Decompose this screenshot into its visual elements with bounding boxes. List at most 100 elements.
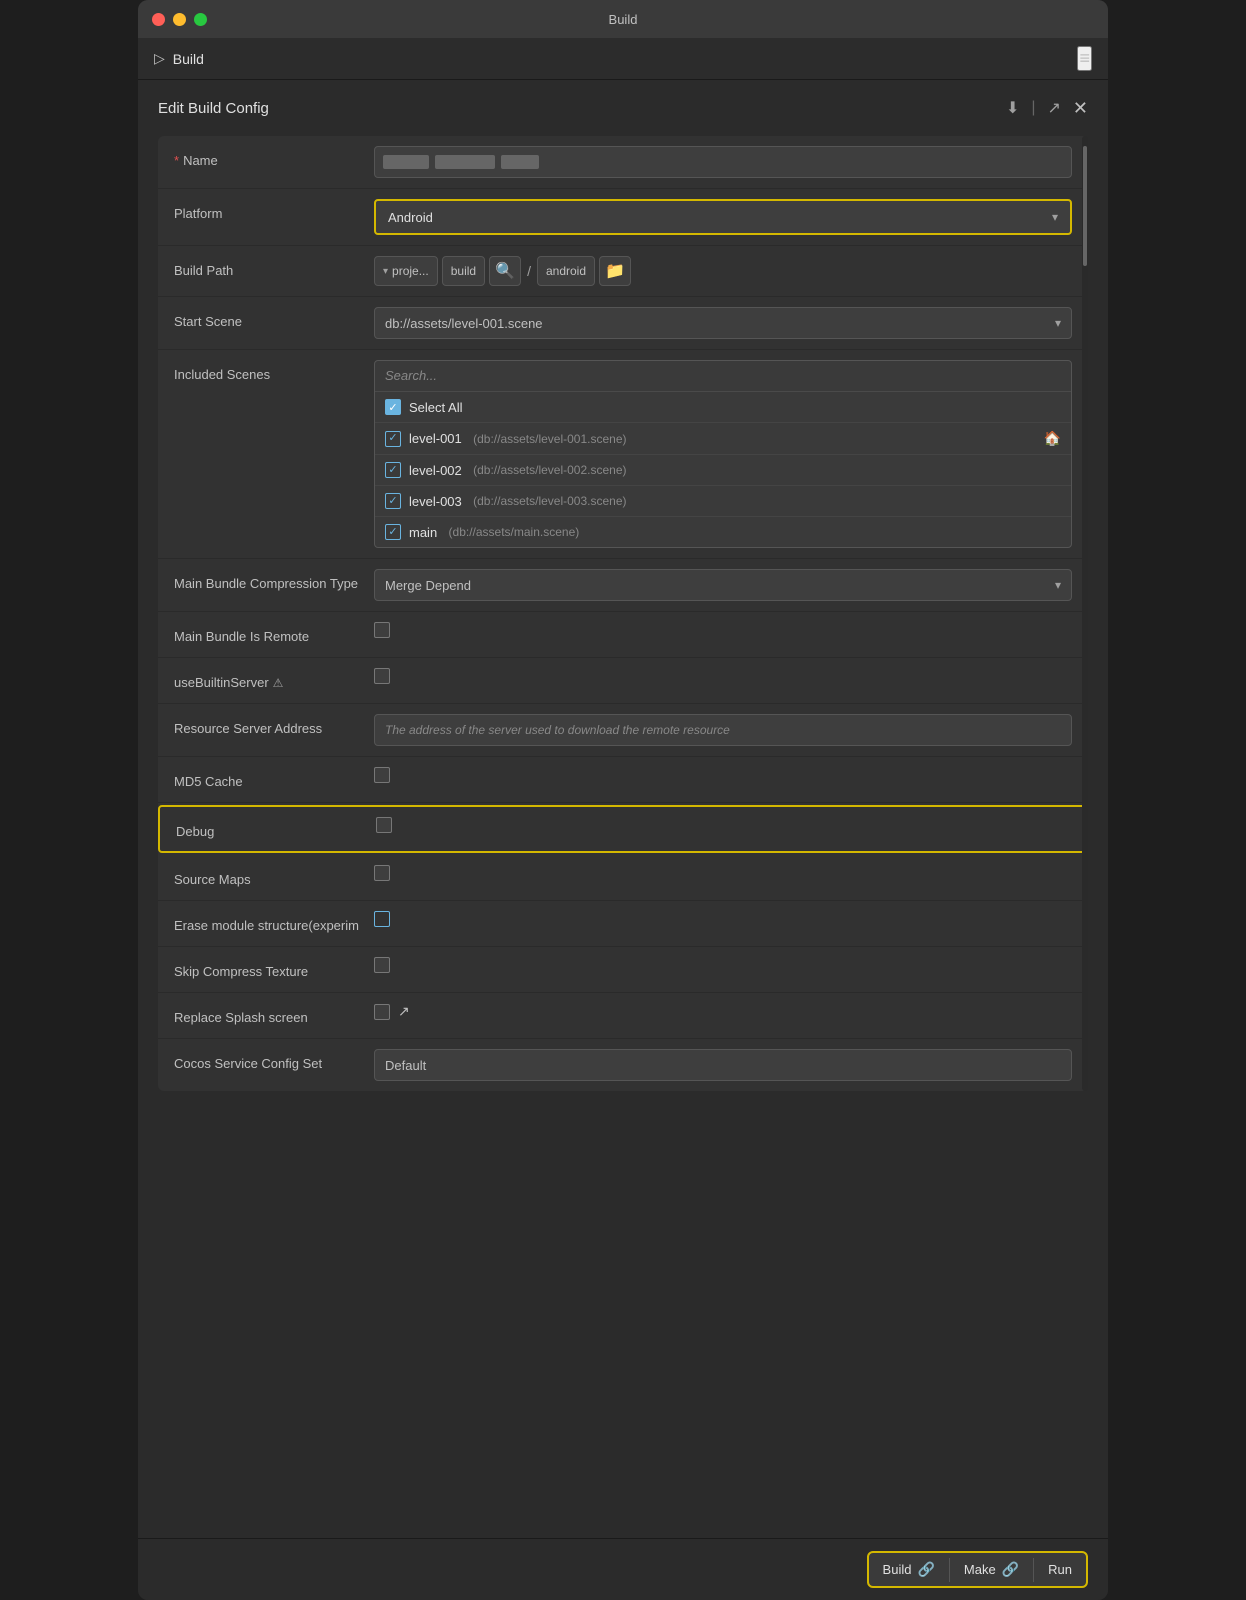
scene-name-main: main	[409, 525, 437, 540]
form-rows: *Name Platform Andro	[158, 136, 1088, 1091]
debug-row: Debug	[158, 805, 1088, 853]
main-bundle-remote-label: Main Bundle Is Remote	[174, 622, 374, 646]
source-maps-row: Source Maps	[158, 855, 1088, 901]
app-header-menu-button[interactable]: ≡	[1077, 46, 1092, 71]
app-header-title: Build	[173, 51, 204, 67]
skip-compress-row: Skip Compress Texture	[158, 947, 1088, 993]
build-path-container: ▾ proje... build 🔍 / android	[374, 256, 1072, 286]
erase-module-label: Erase module structure(experim	[174, 911, 374, 935]
close-window-button[interactable]	[152, 13, 165, 26]
source-maps-label: Source Maps	[174, 865, 374, 889]
scrollbar-track	[1082, 136, 1088, 1091]
build-button[interactable]: Build 🔗	[869, 1553, 949, 1586]
build-path-project[interactable]: ▾ proje...	[374, 256, 438, 286]
start-scene-select[interactable]: db://assets/level-001.scene ▾	[374, 307, 1072, 339]
replace-splash-container: ↗	[374, 1003, 410, 1020]
scenes-search-input[interactable]	[385, 368, 1061, 383]
make-link-icon: 🔗	[1002, 1561, 1019, 1578]
platform-row: Platform Android ▾	[158, 189, 1088, 246]
scene-checkbox-level-003[interactable]	[385, 493, 401, 509]
scene-name-level-001: level-001	[409, 431, 462, 446]
included-scenes-row: Included Scenes Select All	[158, 350, 1088, 559]
replace-splash-control: ↗	[374, 1003, 1072, 1020]
included-scenes-control: Select All level-001 (db://assets/level-…	[374, 360, 1072, 548]
scrollbar-thumb[interactable]	[1083, 146, 1087, 266]
export-config-button[interactable]: ↗	[1044, 96, 1065, 120]
replace-splash-row: Replace Splash screen ↗	[158, 993, 1088, 1039]
source-maps-control	[374, 865, 1072, 881]
use-builtin-server-checkbox[interactable]	[374, 668, 390, 684]
scene-checkbox-main[interactable]	[385, 524, 401, 540]
md5-cache-checkbox[interactable]	[374, 767, 390, 783]
build-button-label: Build	[883, 1562, 912, 1577]
erase-module-checkbox[interactable]	[374, 911, 390, 927]
window-controls	[152, 13, 207, 26]
start-scene-chevron-icon: ▾	[1055, 316, 1061, 330]
build-path-control: ▾ proje... build 🔍 / android	[374, 256, 1072, 286]
scene-item-level-002: level-002 (db://assets/level-002.scene)	[375, 455, 1071, 486]
panel-actions: ⬇ | ↗ ✕	[1002, 96, 1088, 120]
debug-label: Debug	[176, 817, 376, 841]
build-path-separator: /	[525, 263, 533, 279]
select-all-checkbox[interactable]	[385, 399, 401, 415]
scene-checkbox-level-001[interactable]	[385, 431, 401, 447]
name-blur-1	[383, 155, 429, 169]
replace-splash-checkbox[interactable]	[374, 1004, 390, 1020]
run-button[interactable]: Run	[1034, 1554, 1086, 1585]
erase-module-control	[374, 911, 1072, 927]
scene-item-level-001: level-001 (db://assets/level-001.scene) …	[375, 423, 1071, 455]
compression-select[interactable]: Merge Depend ▾	[374, 569, 1072, 601]
included-scenes-label: Included Scenes	[174, 360, 374, 384]
scene-checkbox-level-002[interactable]	[385, 462, 401, 478]
build-path-build[interactable]: build	[442, 256, 485, 286]
build-path-folder-button[interactable]: 📁	[599, 256, 631, 286]
platform-label: Platform	[174, 199, 374, 223]
maximize-window-button[interactable]	[194, 13, 207, 26]
start-scene-label: Start Scene	[174, 307, 374, 331]
start-scene-row: Start Scene db://assets/level-001.scene …	[158, 297, 1088, 350]
name-blur-3	[501, 155, 539, 169]
resource-server-input[interactable]: The address of the server used to downlo…	[374, 714, 1072, 746]
build-path-label: Build Path	[174, 256, 374, 280]
platform-chevron-icon: ▾	[1052, 210, 1058, 224]
platform-select[interactable]: Android ▾	[374, 199, 1072, 235]
close-panel-button[interactable]: ✕	[1073, 98, 1088, 119]
external-link-icon[interactable]: ↗	[398, 1003, 410, 1020]
use-builtin-server-row: useBuiltinServer ⚠	[158, 658, 1088, 704]
minimize-window-button[interactable]	[173, 13, 186, 26]
cocos-service-label: Cocos Service Config Set	[174, 1049, 374, 1073]
save-config-button[interactable]: ⬇	[1002, 96, 1023, 120]
build-path-search-button[interactable]: 🔍	[489, 256, 521, 286]
scene-path-level-002: (db://assets/level-002.scene)	[470, 463, 627, 477]
name-control	[374, 146, 1072, 178]
home-icon: 🏠	[1044, 430, 1061, 447]
md5-cache-label: MD5 Cache	[174, 767, 374, 791]
resource-server-control: The address of the server used to downlo…	[374, 714, 1072, 746]
builtin-label-container: useBuiltinServer ⚠	[174, 674, 374, 692]
replace-splash-label: Replace Splash screen	[174, 1003, 374, 1027]
scene-name-level-003: level-003	[409, 494, 462, 509]
skip-compress-checkbox[interactable]	[374, 957, 390, 973]
build-config-panel: *Name Platform Andro	[158, 136, 1088, 1091]
skip-compress-control	[374, 957, 1072, 973]
build-path-row: Build Path ▾ proje... build 🔍	[158, 246, 1088, 297]
source-maps-checkbox[interactable]	[374, 865, 390, 881]
make-button[interactable]: Make 🔗	[950, 1553, 1033, 1586]
bottom-actions: Build 🔗 Make 🔗 Run	[867, 1551, 1088, 1588]
md5-cache-row: MD5 Cache	[158, 757, 1088, 803]
scene-path-main: (db://assets/main.scene)	[445, 525, 579, 539]
main-bundle-remote-checkbox[interactable]	[374, 622, 390, 638]
erase-module-row: Erase module structure(experim	[158, 901, 1088, 947]
folder-icon: 📁	[605, 261, 625, 281]
build-path-android[interactable]: android	[537, 256, 595, 286]
name-field[interactable]	[374, 146, 1072, 178]
name-required: *	[174, 153, 179, 168]
compression-control: Merge Depend ▾	[374, 569, 1072, 601]
debug-checkbox[interactable]	[376, 817, 392, 833]
main-bundle-remote-control	[374, 622, 1072, 638]
make-button-label: Make	[964, 1562, 996, 1577]
use-builtin-server-control	[374, 668, 1072, 684]
cocos-service-select[interactable]: Default	[374, 1049, 1072, 1081]
compression-chevron-icon: ▾	[1055, 578, 1061, 592]
run-button-label: Run	[1048, 1562, 1072, 1577]
